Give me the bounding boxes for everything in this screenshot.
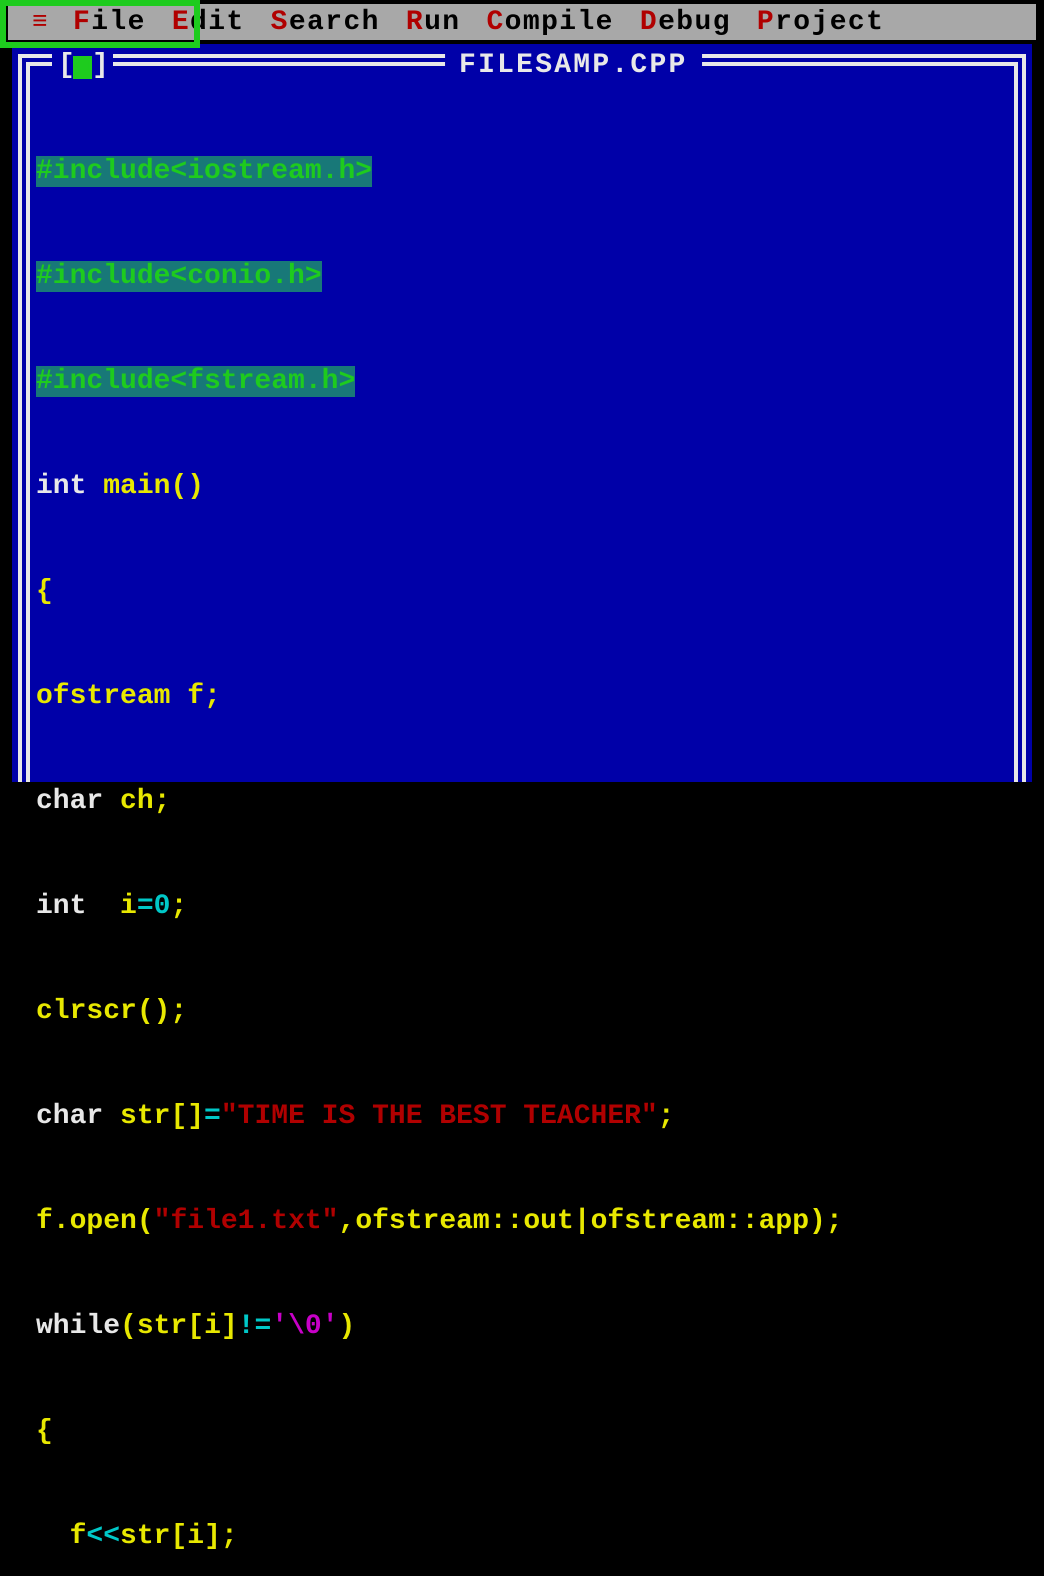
code-line: f<<str[i]; (36, 1519, 1008, 1554)
menu-search[interactable]: Search (271, 7, 380, 38)
code-line: { (36, 574, 1008, 609)
code-line: while(str[i]!='\0') (36, 1309, 1008, 1344)
menu-debug[interactable]: Debug (640, 7, 731, 38)
code-line: { (36, 1414, 1008, 1449)
code-line: char str[]="TIME IS THE BEST TEACHER"; (36, 1099, 1008, 1134)
menu-edit[interactable]: Edit (172, 7, 245, 38)
code-line: int i=0; (36, 889, 1008, 924)
code-line: #include<conio.h> (36, 259, 1008, 294)
code-line: #include<iostream.h> (36, 154, 1008, 189)
menu-project[interactable]: Project (757, 7, 884, 38)
menu-compile[interactable]: Compile (486, 7, 613, 38)
editor-window[interactable]: [■] FILESAMP.CPP #include<iostream.h> #i… (12, 44, 1032, 782)
window-close-button[interactable]: [■] (52, 50, 113, 81)
code-line: f.open("file1.txt",ofstream::out|ofstrea… (36, 1204, 1008, 1239)
window-title: FILESAMP.CPP (445, 50, 702, 81)
system-menu-icon[interactable]: ≡ (32, 7, 49, 37)
code-line: char ch; (36, 784, 1008, 819)
code-line: clrscr(); (36, 994, 1008, 1029)
code-line: ofstream f; (36, 679, 1008, 714)
code-line: #include<fstream.h> (36, 364, 1008, 399)
menu-run[interactable]: Run (406, 7, 461, 38)
menu-file[interactable]: File (73, 7, 146, 38)
code-line: int main() (36, 469, 1008, 504)
code-area[interactable]: #include<iostream.h> #include<conio.h> #… (36, 84, 1008, 774)
menu-bar[interactable]: ≡ File Edit Search Run Compile Debug Pro… (8, 4, 1036, 40)
